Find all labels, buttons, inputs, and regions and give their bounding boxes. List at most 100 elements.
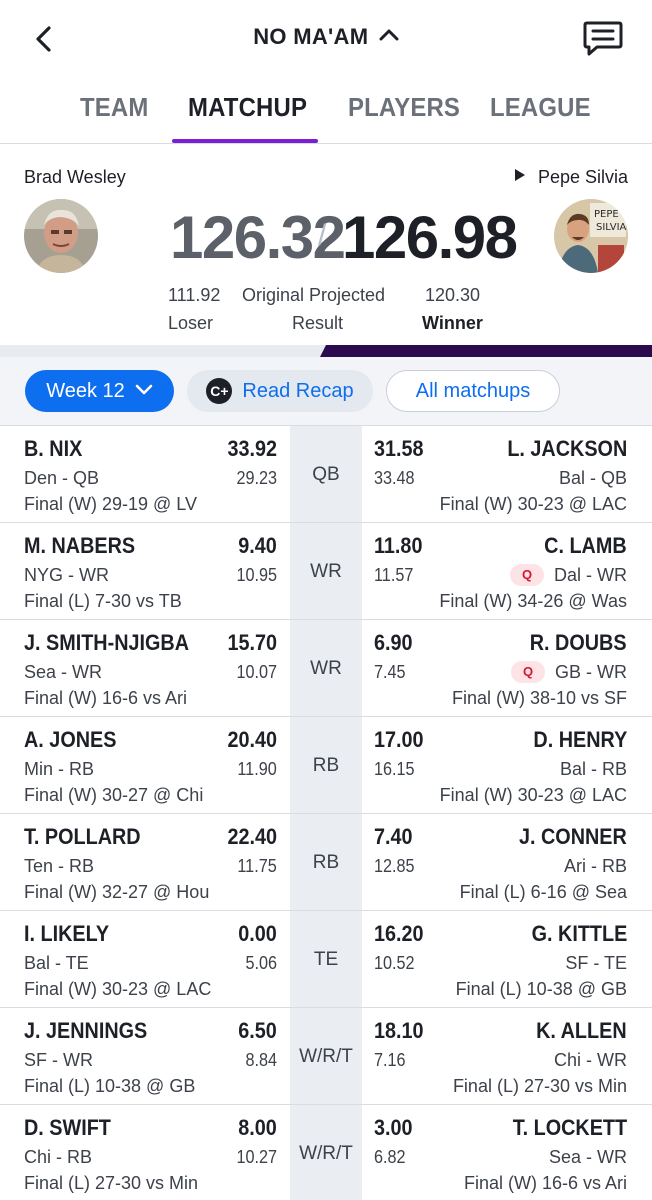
tab-league[interactable]: LEAGUE: [490, 92, 591, 123]
roster-comparison: QB B. NIX 33.92 Den - QB 29.23 Final (W) 29-1…: [0, 425, 652, 1200]
left-player-team: Chi - RB: [24, 1147, 93, 1167]
left-team-name[interactable]: Brad Wesley: [24, 167, 126, 188]
right-player-points: 7.40: [374, 824, 413, 849]
svg-text:PEPE: PEPE: [594, 209, 619, 220]
left-player-points: 22.40: [227, 824, 277, 849]
week-selector[interactable]: Week 12: [25, 370, 174, 412]
right-player-team: Bal - QB: [558, 468, 627, 488]
top-bar: NO MA'AM: [0, 0, 652, 80]
left-player-name[interactable]: D. SWIFT: [24, 1115, 111, 1141]
left-player-game-status: Final (W) 32-27 @ Hou: [24, 882, 210, 902]
right-player-name[interactable]: G. KITTLE: [531, 921, 627, 947]
matchup-scoreboard: Brad Wesley Pepe Silvia PEPE SILVIA 126.…: [0, 145, 652, 345]
right-player-name[interactable]: L. JACKSON: [507, 436, 627, 462]
questionable-badge: Q: [510, 563, 544, 586]
left-player-team: Den - QB: [24, 468, 100, 488]
active-tab-indicator: [172, 139, 318, 143]
right-projected: 120.30: [425, 285, 481, 305]
right-player-team: Bal - RB: [559, 759, 627, 779]
right-player-game-status: Final (W) 30-23 @ LAC: [439, 785, 627, 805]
right-player-points: 16.20: [374, 921, 424, 946]
right-team-avatar[interactable]: PEPE SILVIA: [554, 199, 628, 273]
score-share-fill: [320, 345, 652, 357]
left-player-points: 9.40: [238, 533, 277, 558]
position-slot: WR: [290, 620, 362, 717]
right-player-name[interactable]: K. ALLEN: [536, 1018, 627, 1044]
position-slot: TE: [290, 911, 362, 1008]
left-player-game-status: Final (W) 30-27 @ Chi: [24, 785, 204, 805]
left-player-projection: 8.84: [245, 1050, 277, 1070]
questionable-badge: Q: [511, 660, 545, 683]
right-team-name: Pepe Silvia: [537, 167, 628, 187]
league-title-button[interactable]: NO MA'AM: [0, 24, 652, 50]
table-row: W/R/T J. JENNINGS 6.50 SF - WR 8.84 Final (L)…: [0, 1007, 652, 1105]
tab-matchup[interactable]: MATCHUP: [188, 92, 307, 123]
right-result: Winner: [422, 313, 483, 333]
right-player-team: GB - WR: [555, 662, 627, 682]
left-player-game-status: Final (L) 27-30 vs Min: [24, 1173, 199, 1193]
position-slot: W/R/T: [290, 1105, 362, 1200]
tab-team[interactable]: TEAM: [80, 92, 149, 123]
left-player-name[interactable]: I. LIKELY: [24, 921, 109, 947]
left-player-team: Ten - RB: [24, 856, 95, 876]
right-player-name[interactable]: R. DOUBS: [530, 630, 627, 656]
chevron-up-icon: [379, 28, 399, 47]
right-player-game-status: Final (L) 10-38 @ GB: [455, 979, 627, 999]
right-player-name[interactable]: C. LAMB: [545, 533, 627, 559]
read-recap-button[interactable]: C+ Read Recap: [187, 370, 373, 412]
left-player-team: SF - WR: [24, 1050, 93, 1070]
right-player-points: 6.90: [374, 630, 413, 655]
left-player-points: 15.70: [227, 630, 277, 655]
left-player-projection: 10.27: [236, 1147, 277, 1167]
result-label: Result: [292, 313, 344, 333]
left-player-projection: 10.95: [236, 565, 277, 585]
left-player-game-status: Final (W) 29-19 @ LV: [24, 494, 197, 514]
right-player-points: 3.00: [374, 1115, 413, 1140]
right-player-projection: 6.82: [374, 1147, 406, 1167]
right-player-game-status: Final (L) 27-30 vs Min: [452, 1076, 627, 1096]
table-row: W/R/T D. SWIFT 8.00 Chi - RB 10.27 Final (L) …: [0, 1104, 652, 1200]
tab-players[interactable]: PLAYERS: [348, 92, 460, 123]
right-player-game-status: Final (W) 34-26 @ Was: [439, 591, 627, 611]
left-player-name[interactable]: B. NIX: [24, 436, 82, 462]
left-projected: 111.92: [168, 285, 221, 305]
right-player-game-status: Final (W) 30-23 @ LAC: [439, 494, 627, 514]
right-player-name[interactable]: T. LOCKETT: [513, 1115, 627, 1141]
right-player-team-wrap: Sea - WR: [549, 1147, 627, 1168]
right-player-name[interactable]: J. CONNER: [519, 824, 627, 850]
left-result: Loser: [168, 313, 214, 333]
league-title: NO MA'AM: [253, 24, 369, 49]
left-player-name[interactable]: J. JENNINGS: [24, 1018, 147, 1044]
play-icon: [514, 166, 526, 187]
right-player-projection: 33.48: [374, 468, 415, 488]
left-player-name[interactable]: T. POLLARD: [24, 824, 141, 850]
chevron-down-icon: [135, 379, 153, 402]
right-team-name-wrap[interactable]: Pepe Silvia: [514, 167, 628, 188]
table-row: RB A. JONES 20.40 Min - RB 11.90 Final (W) 30…: [0, 716, 652, 814]
left-player-game-status: Final (W) 30-23 @ LAC: [24, 979, 212, 999]
left-team-avatar[interactable]: [24, 199, 98, 273]
right-player-team-wrap: SF - TE: [565, 953, 627, 974]
left-player-name[interactable]: J. SMITH-NJIGBA: [24, 630, 189, 656]
left-player-team: Bal - TE: [24, 953, 89, 973]
left-player-name[interactable]: M. NABERS: [24, 533, 135, 559]
left-player-points: 6.50: [238, 1018, 277, 1043]
table-row: QB B. NIX 33.92 Den - QB 29.23 Final (W) 29-1…: [0, 425, 652, 523]
all-matchups-label: All matchups: [415, 379, 531, 402]
right-player-game-status: Final (W) 16-6 vs Ari: [463, 1173, 627, 1193]
left-player-team: Sea - WR: [24, 662, 103, 682]
table-row: WR J. SMITH-NJIGBA 15.70 Sea - WR 10.07 Final…: [0, 619, 652, 717]
all-matchups-button[interactable]: All matchups: [386, 370, 560, 412]
left-player-points: 20.40: [227, 727, 277, 752]
left-player-projection: 10.07: [236, 662, 277, 682]
projected-label: Original Projected: [242, 285, 386, 305]
table-row: TE I. LIKELY 0.00 Bal - TE 5.06 Final (W) 30-…: [0, 910, 652, 1008]
left-player-name[interactable]: A. JONES: [24, 727, 116, 753]
chat-bubble-icon[interactable]: [582, 18, 624, 58]
position-slot: QB: [290, 426, 362, 523]
right-player-name[interactable]: D. HENRY: [533, 727, 627, 753]
right-player-projection: 16.15: [374, 759, 415, 779]
right-player-projection: 11.57: [374, 565, 414, 585]
right-player-team: SF - TE: [565, 953, 627, 973]
right-player-projection: 7.45: [374, 662, 406, 682]
